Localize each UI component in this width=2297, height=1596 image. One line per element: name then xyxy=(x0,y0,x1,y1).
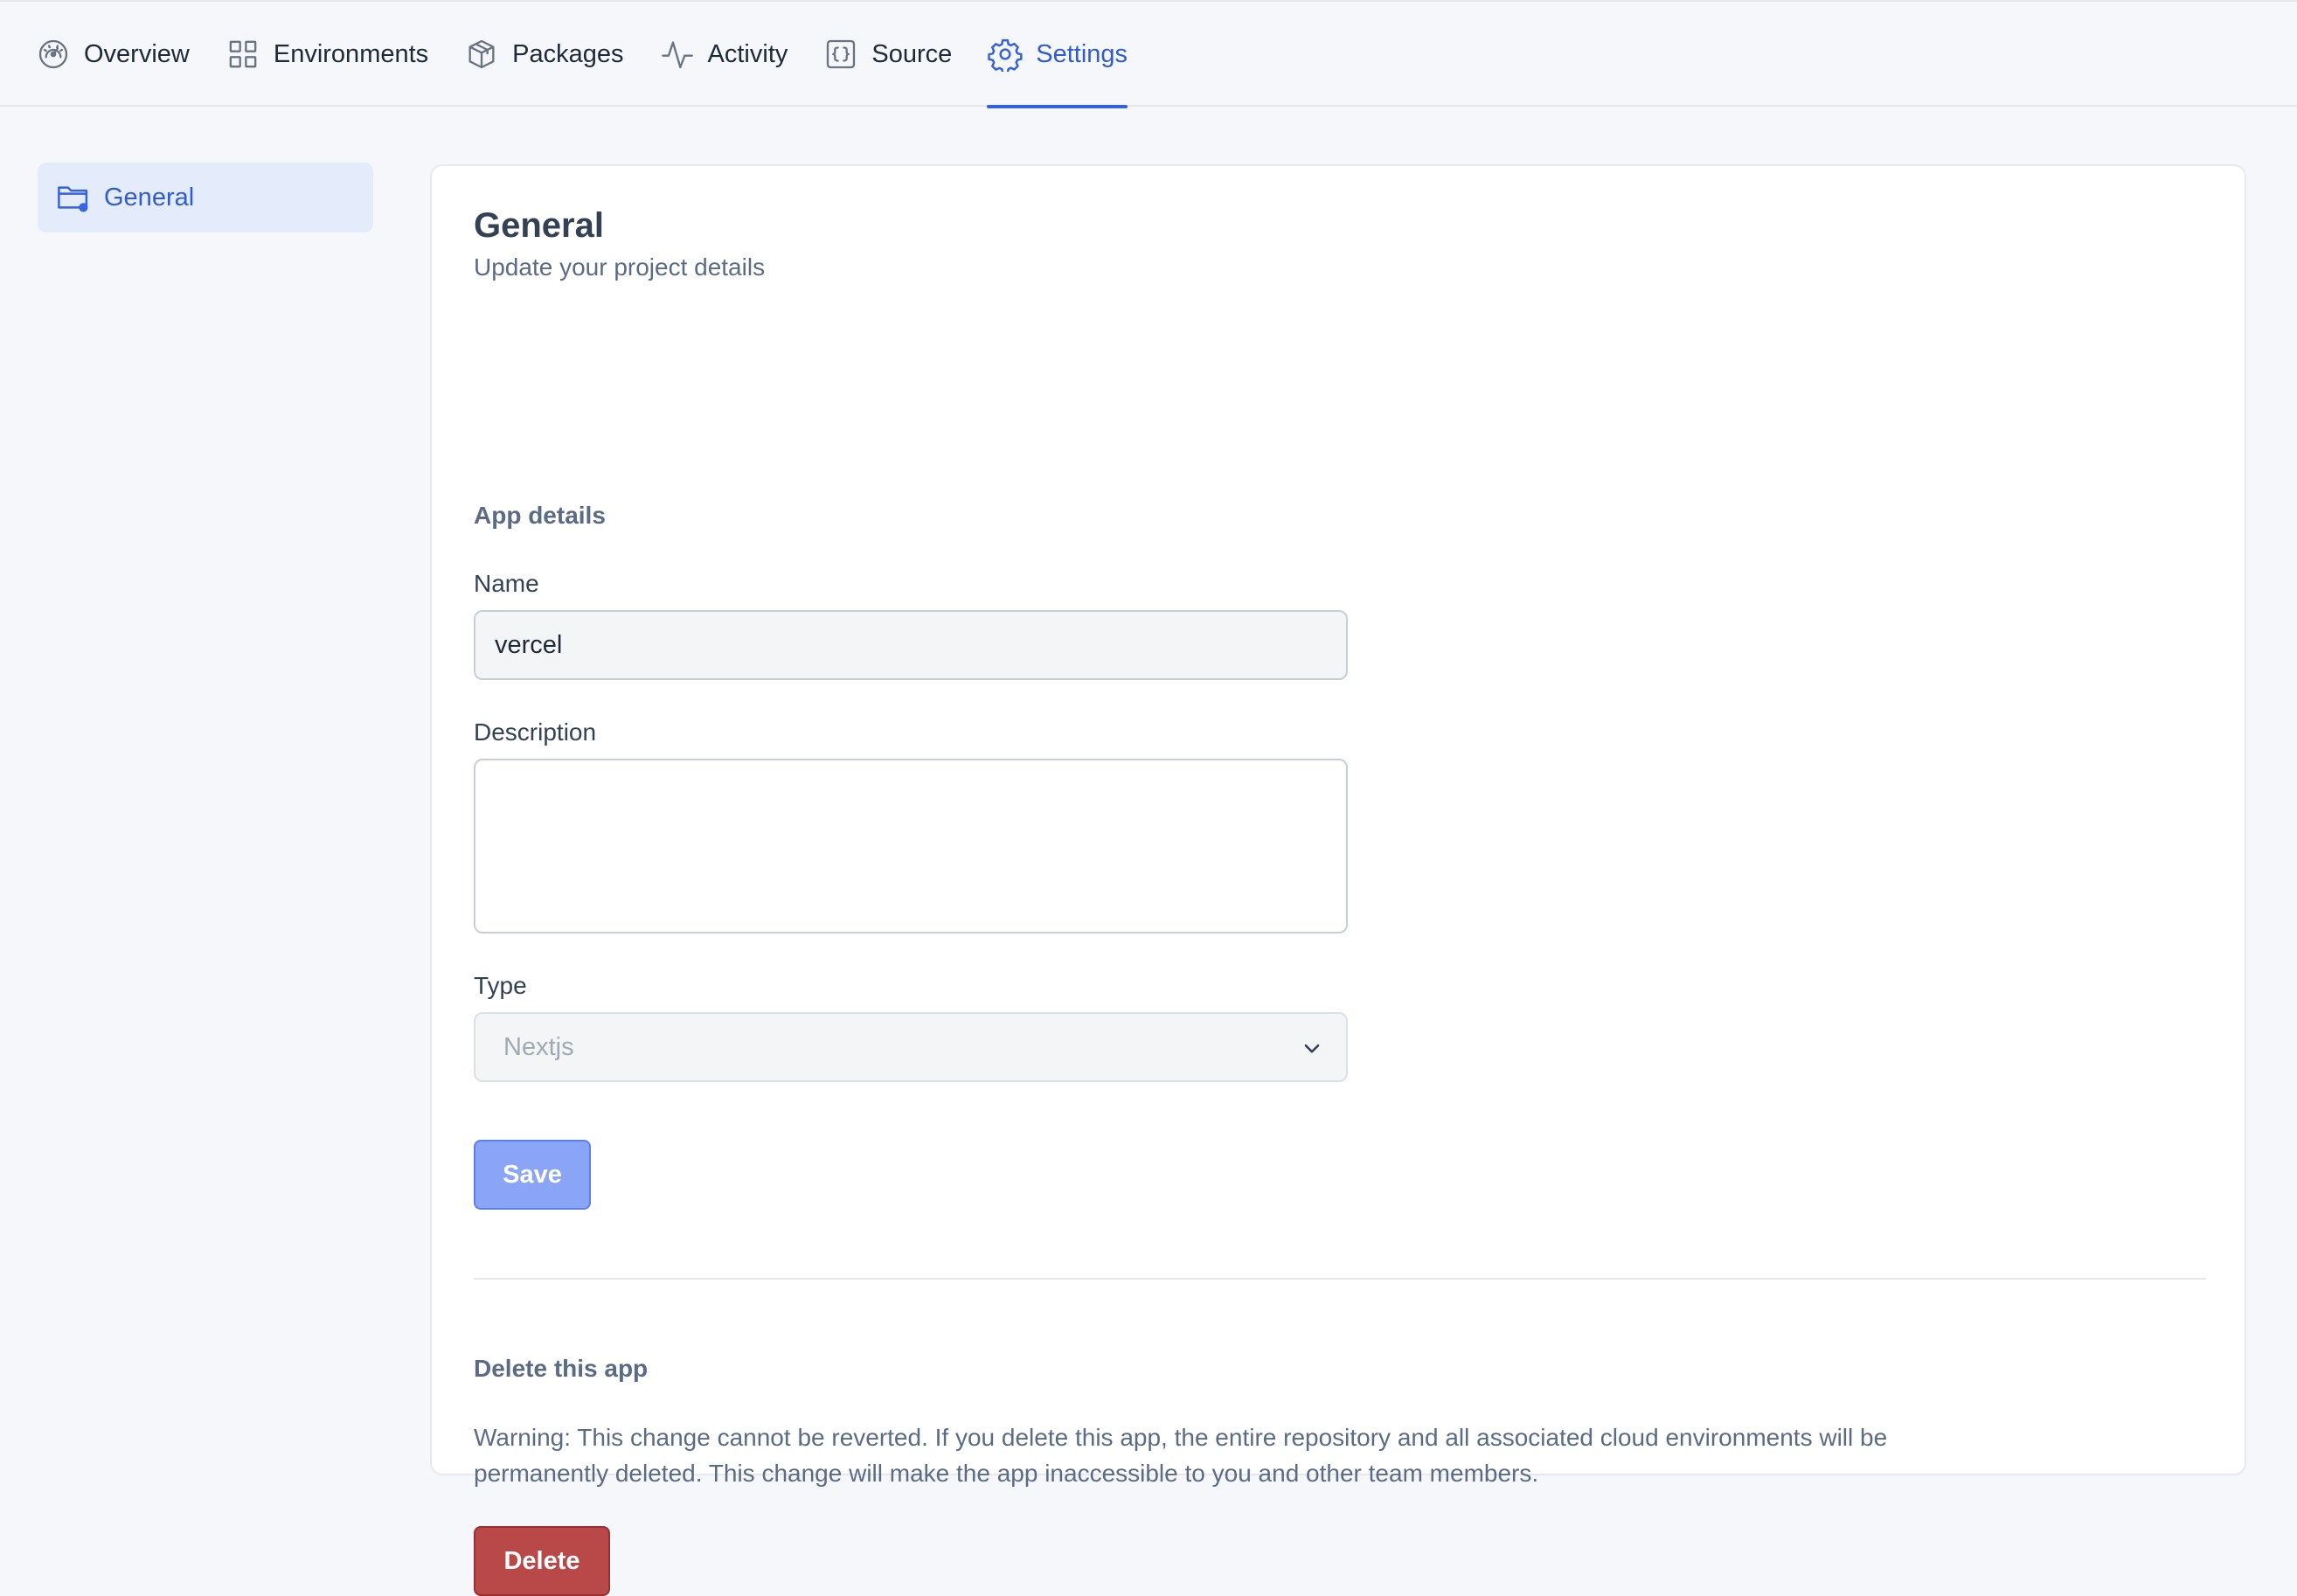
save-button[interactable]: Save xyxy=(474,1140,591,1210)
tab-label: Settings xyxy=(1036,39,1128,68)
grid-icon xyxy=(225,36,261,73)
settings-sidebar: General xyxy=(38,163,373,232)
type-select-value: Nextjs xyxy=(503,1032,574,1061)
tab-packages[interactable]: Packages xyxy=(463,2,624,107)
sidebar-item-label: General xyxy=(104,183,195,212)
tab-label: Environments xyxy=(273,39,429,68)
tab-settings[interactable]: Settings xyxy=(987,2,1128,108)
app-details-heading: App details xyxy=(474,502,606,529)
nav-tabs: Overview Environments Packages Activity … xyxy=(35,2,1162,108)
description-textarea[interactable] xyxy=(474,759,1348,933)
activity-icon xyxy=(659,36,696,73)
tab-label: Source xyxy=(871,39,953,68)
delete-warning-text: Warning: This change cannot be reverted.… xyxy=(474,1424,1888,1487)
tab-overview[interactable]: Overview xyxy=(35,2,190,107)
dashboard-icon xyxy=(35,36,72,73)
general-settings-card: General Update your project details App … xyxy=(430,164,2246,1596)
package-icon xyxy=(463,36,500,73)
tab-label: Activity xyxy=(707,39,788,68)
description-label: Description xyxy=(474,718,597,746)
section-divider xyxy=(474,1278,2206,1280)
tab-source[interactable]: Source xyxy=(822,2,952,107)
tab-label: Packages xyxy=(512,39,624,68)
type-label: Type xyxy=(474,972,527,999)
tab-label: Overview xyxy=(84,39,190,68)
delete-button[interactable]: Delete xyxy=(474,1526,610,1596)
tab-environments[interactable]: Environments xyxy=(225,2,428,107)
delete-app-heading: Delete this app xyxy=(474,1355,649,1382)
type-select[interactable]: Nextjs xyxy=(474,1012,1348,1082)
code-icon xyxy=(822,36,859,73)
tab-activity[interactable]: Activity xyxy=(659,2,788,107)
page-title: General xyxy=(474,206,604,245)
chevron-down-icon xyxy=(1304,1044,1320,1053)
top-navigation-bar: Overview Environments Packages Activity … xyxy=(0,0,2297,108)
name-input[interactable] xyxy=(474,610,1348,680)
folder-settings-icon xyxy=(55,179,92,216)
gear-icon xyxy=(987,36,1024,73)
sidebar-item-general[interactable]: General xyxy=(38,163,373,232)
page-subtitle: Update your project details xyxy=(474,253,766,281)
name-label: Name xyxy=(474,570,539,597)
